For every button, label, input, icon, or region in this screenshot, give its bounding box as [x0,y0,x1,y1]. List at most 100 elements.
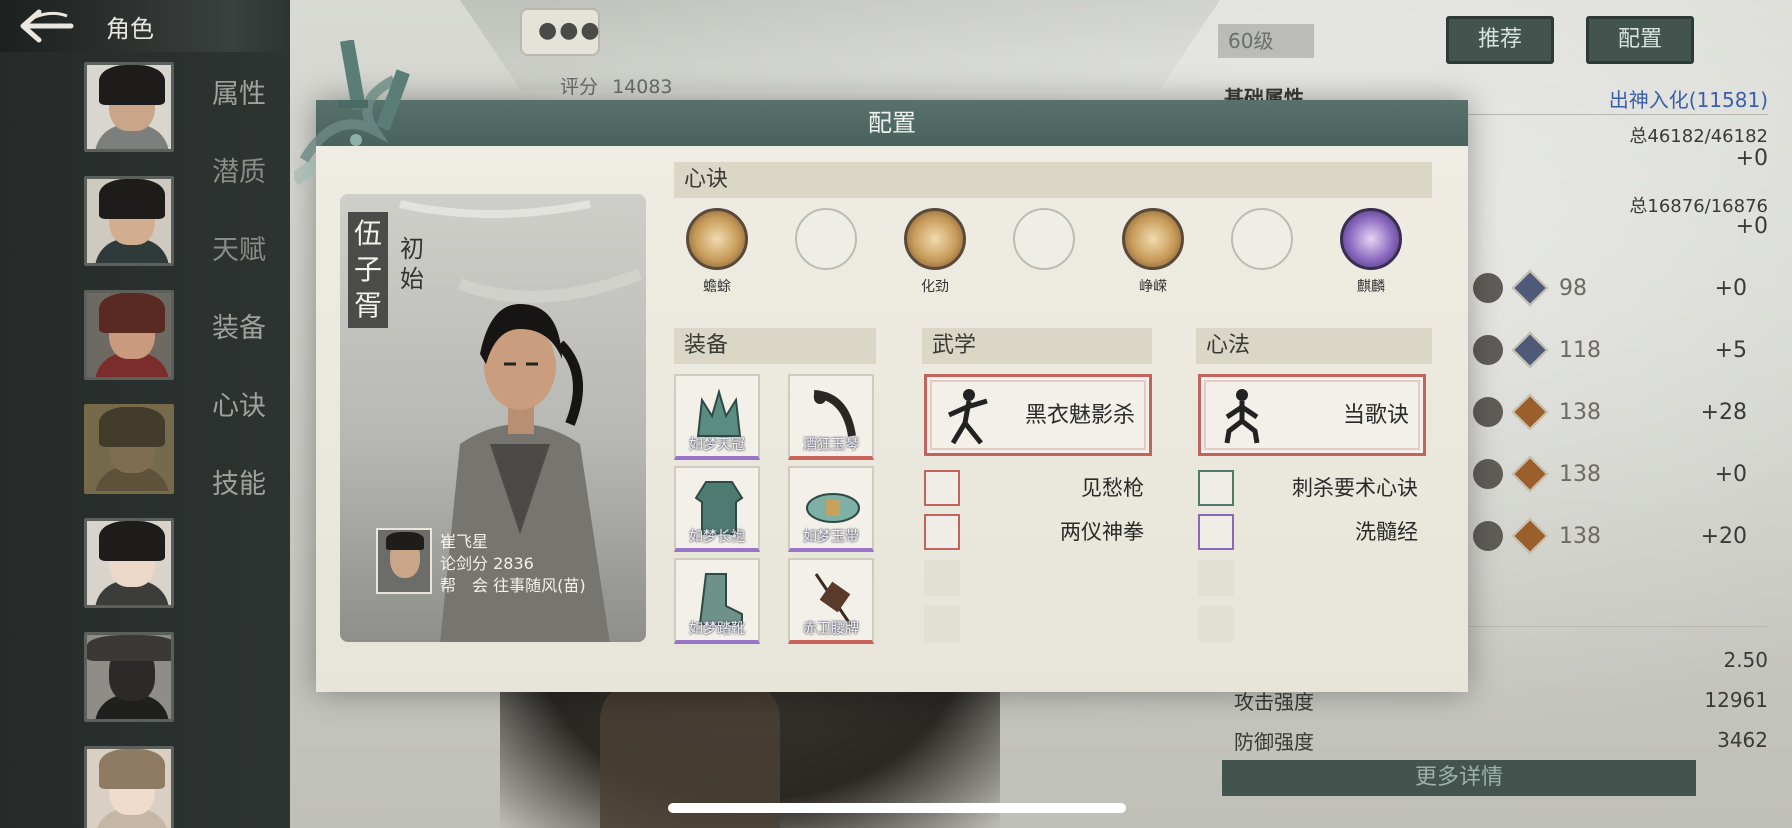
attack-value: 12961 [1704,688,1768,712]
config-modal: 配置 伍子胥 初始 崔飞星 论剑分 2836 帮 会 往事随风(苗) 心诀 蟾蜍… [294,40,1468,692]
player-avatar[interactable] [376,528,432,594]
xinfa-skill[interactable]: 刺杀要术心诀 [1198,470,1428,506]
character-portrait[interactable] [84,746,174,828]
more-details-button[interactable]: 更多详情 [1222,760,1696,796]
mp-bonus: +0 [1735,214,1768,239]
wuxue-empty-slot[interactable] [924,606,960,642]
rank-diamond-icon [1511,393,1549,431]
wuxue-empty-slot[interactable] [924,560,960,596]
equip-slot-boots[interactable]: 如梦踏靴 [674,558,760,644]
crit-value: 2.50 [1723,648,1768,672]
stat-bonus: +0 [1714,461,1747,487]
character-card: 伍子胥 初始 崔飞星 论剑分 2836 帮 会 往事随风(苗) [340,194,646,642]
wuxue-main-skill[interactable]: 黑衣魅影杀 [924,374,1152,456]
stat-bonus: +5 [1714,337,1747,363]
config-button[interactable]: 配置 [1586,16,1694,64]
meditation-stance-icon [1224,389,1260,444]
wuxue-skill[interactable]: 见愁枪 [924,470,1154,506]
stat-value: 138 [1559,523,1601,549]
xinfa-main-name: 当歌诀 [1342,403,1409,428]
xinjue-slot-toad[interactable] [686,208,748,270]
agility-stat-icon [1473,397,1503,427]
chat-button[interactable]: ●●● [520,8,600,56]
xinjue-header: 心诀 [674,162,1432,198]
character-portrait[interactable] [84,632,174,722]
equip-slot-token[interactable]: 赤卫腰牌 [788,558,874,644]
stat-row-sword: 98 +0 [1473,268,1773,308]
stat-row-qimen: 118 +5 [1473,330,1773,370]
top-score: 评分 14083 [560,72,673,99]
rank-diamond-icon [1511,331,1549,369]
qimen-stat-icon [1473,335,1503,365]
martial-stance-icon [947,389,988,445]
xinjue-slot-empty[interactable] [1013,208,1075,270]
wuxue-main-name: 黑衣魅影杀 [1024,403,1135,428]
equip-name: 如梦踏靴 [689,621,745,637]
marrow-scroll-icon [1198,514,1234,550]
stat-row-luck: 138 +0 [1473,454,1773,494]
nav-equipment[interactable]: 装备 [212,306,282,384]
xinfa-empty-slot[interactable] [1198,560,1234,596]
player-name: 崔飞星 [440,532,489,551]
character-portrait[interactable] [84,290,174,380]
character-list [84,62,178,828]
rank-diamond-icon [1511,269,1549,307]
xinjue-slot-empty[interactable] [795,208,857,270]
rank-diamond-icon [1511,517,1549,555]
equip-slot-weapon[interactable]: 酒狂玉琴 [788,374,874,460]
equip-slot-helmet[interactable]: 如梦天冠 [674,374,760,460]
hp-total: 总46182/46182 [1629,126,1768,147]
xinfa-skill-name: 刺杀要术心诀 [1292,476,1418,500]
xinjue-slot-zhengrong[interactable] [1122,208,1184,270]
character-portrait[interactable] [84,518,174,608]
equip-name: 如梦玉带 [803,529,859,545]
nav-talent[interactable]: 天赋 [212,228,282,306]
wuxue-skill-name: 见愁枪 [1081,476,1144,500]
xinfa-empty-slot[interactable] [1198,606,1234,642]
hp-bonus: +0 [1735,146,1768,171]
xinjue-label: 麒麟 [1357,279,1385,295]
xinfa-main-skill[interactable]: 当歌诀 [1198,374,1426,456]
xinjue-slot-huajin[interactable] [904,208,966,270]
defense-label: 防御强度 [1234,730,1314,754]
assassin-scroll-icon [1198,470,1234,506]
stat-bonus: +0 [1714,275,1747,301]
equip-name: 赤卫腰牌 [803,621,859,637]
level-badge: 60级 [1218,24,1314,58]
wuxue-skill[interactable]: 两仪神拳 [924,514,1154,550]
equip-name: 如梦天冠 [689,437,745,453]
equip-name: 酒狂玉琴 [803,437,859,453]
fist-skill-icon [924,514,960,550]
nav-potential[interactable]: 潜质 [212,150,282,228]
stat-row-agility: 138 +28 [1473,392,1773,432]
nav-xinjue[interactable]: 心诀 [212,384,282,462]
spear-skill-icon [924,470,960,506]
character-portrait[interactable] [84,62,174,152]
equip-slot-armor[interactable]: 如梦长袍 [674,466,760,552]
xinjue-label: 峥嵘 [1139,279,1167,295]
stat-value: 138 [1559,461,1601,487]
character-portrait[interactable] [84,176,174,266]
wuxue-header: 武学 [922,328,1152,364]
equip-slot-belt[interactable]: 如梦玉带 [788,466,874,552]
guild-name: 帮 会 往事随风(苗) [440,576,586,595]
stat-value: 138 [1559,399,1601,425]
nav-skills[interactable]: 技能 [212,462,282,540]
xinjue-slot-empty[interactable] [1231,208,1293,270]
left-sidebar: 角色 属性 潜质 天赋 装备 心诀 技能 [0,0,290,828]
stat-bonus: +28 [1700,399,1747,425]
recommend-button[interactable]: 推荐 [1446,16,1554,64]
ellipsis-icon: ●●● [538,18,602,43]
xinjue-slot-qilin[interactable] [1340,208,1402,270]
modal-title: 配置 [316,100,1468,146]
realm-link[interactable]: 出神入化(11581) [1609,84,1768,113]
home-indicator[interactable] [668,803,1126,813]
xinfa-skill[interactable]: 洗髓经 [1198,514,1428,550]
back-arrow-icon [20,9,74,43]
rank-diamond-icon [1511,455,1549,493]
character-portrait-selected[interactable] [84,404,174,494]
xinjue-label: 蟾蜍 [703,279,731,295]
nav-attributes[interactable]: 属性 [212,72,282,150]
back-button[interactable] [0,0,86,52]
modal-body: 伍子胥 初始 崔飞星 论剑分 2836 帮 会 往事随风(苗) 心诀 蟾蜍 化劲… [316,146,1468,692]
